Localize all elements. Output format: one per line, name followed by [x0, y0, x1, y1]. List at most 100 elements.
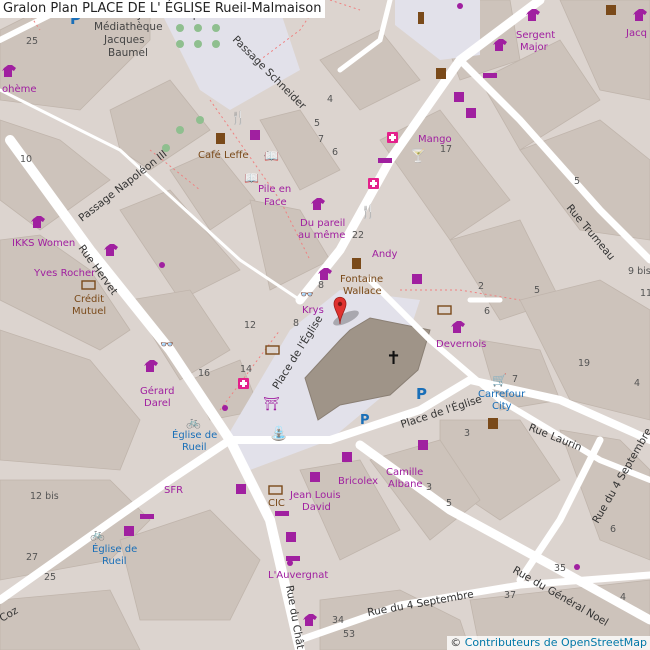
bakery-icon[interactable] — [140, 514, 154, 519]
house-number: 6 — [610, 524, 616, 535]
house-number: 5 — [446, 498, 452, 509]
bakery-icon[interactable] — [286, 556, 300, 561]
place-label: Rueil — [102, 556, 127, 567]
place-label: Albane — [388, 479, 423, 490]
house-number: 8 — [318, 280, 324, 291]
house-number: 5 — [534, 285, 540, 296]
shop-icon[interactable] — [606, 5, 616, 15]
supermarket-icon[interactable]: 🛒 — [492, 373, 507, 387]
bakery-icon[interactable] — [275, 511, 289, 516]
shop-icon[interactable] — [454, 92, 464, 102]
house-number: 4 — [327, 94, 333, 105]
place-label: Baumel — [108, 47, 148, 59]
shop-icon[interactable] — [342, 452, 352, 462]
place-label: Café Leffe — [198, 149, 249, 161]
house-number: 35 — [554, 563, 566, 574]
place-label: Église de — [172, 428, 217, 441]
place-label: Du pareil — [300, 218, 345, 229]
place-label: Jacques — [103, 34, 145, 46]
playground-icon: ⛩ — [263, 396, 280, 412]
shop-icon[interactable] — [286, 532, 296, 542]
bar-icon[interactable]: 🍸 — [410, 147, 426, 164]
house-number: 12 — [244, 320, 256, 331]
house-number: 25 — [44, 572, 56, 583]
house-number: 9 bis — [628, 266, 650, 277]
place-label: Carrefour — [478, 389, 526, 400]
place-label: Sergent — [516, 30, 555, 41]
shop-icon[interactable] — [466, 108, 476, 118]
house-number: 17 — [440, 144, 452, 155]
shop-icon[interactable] — [574, 564, 580, 570]
bicycle-icon[interactable]: 🚲 — [90, 527, 105, 541]
place-label: au même — [298, 229, 345, 241]
shop-icon[interactable] — [457, 3, 463, 9]
shop-icon[interactable] — [418, 440, 428, 450]
place-label: Bricolex — [338, 476, 378, 487]
house-number: 12 bis — [30, 491, 59, 502]
restaurant-icon[interactable]: 🍴 — [230, 110, 246, 126]
place-label: Wallace — [343, 286, 382, 297]
city-map[interactable]: Rue Hervet Place de l'Église Place de l'… — [0, 0, 650, 650]
fountain-icon: ⛲ — [270, 425, 287, 442]
place-label: David — [302, 502, 331, 513]
house-number: 6 — [332, 147, 338, 158]
place-label: Mango — [418, 134, 452, 145]
house-number: 27 — [26, 552, 38, 563]
house-number: 7 — [512, 374, 518, 385]
place-label: ohème — [2, 83, 37, 95]
place-label: Krys — [302, 305, 324, 316]
books-icon[interactable]: 📖 — [244, 171, 259, 185]
place-label: Major — [520, 42, 549, 53]
shop-icon[interactable] — [236, 484, 246, 494]
place-label: Pile en — [258, 184, 291, 195]
shop-icon[interactable] — [436, 68, 446, 79]
place-label: Crédit — [74, 293, 104, 305]
page-title: Gralon Plan PLACE DE L' ÉGLISE Rueil-Mal… — [0, 0, 326, 18]
optician-icon[interactable]: 👓 — [300, 288, 314, 301]
shop-icon[interactable] — [488, 418, 498, 429]
house-number: 16 — [198, 368, 210, 379]
shop-icon[interactable] — [310, 472, 320, 482]
house-number: 4 — [620, 592, 626, 603]
house-number: 8 — [293, 318, 299, 329]
cafe-icon[interactable] — [216, 133, 225, 144]
place-label: Devernois — [436, 339, 486, 350]
cafe-icon[interactable] — [352, 258, 361, 269]
shop-icon[interactable] — [222, 405, 228, 411]
place-label: IKKS Women — [12, 238, 75, 249]
house-number: 10 — [20, 154, 32, 165]
place-label: Jacq — [625, 28, 647, 39]
house-number: 34 — [332, 615, 344, 626]
shop-icon[interactable] — [124, 526, 134, 536]
house-number: 11 — [640, 288, 650, 299]
house-number: 5 — [574, 176, 580, 187]
place-label: Darel — [144, 398, 171, 409]
house-number: 37 — [504, 590, 516, 601]
house-number: 25 — [26, 36, 38, 47]
house-number: 14 — [240, 364, 252, 375]
house-number: 3 — [464, 428, 470, 439]
place-label: Andy — [372, 249, 398, 260]
parking-icon[interactable]: P — [416, 385, 427, 403]
place-label: Rueil — [182, 442, 207, 453]
place-label: Mutuel — [72, 306, 106, 317]
map-attribution[interactable]: © Contributeurs de OpenStreetMap — [447, 636, 650, 650]
shop-icon[interactable] — [250, 130, 260, 140]
church-icon: ✝ — [386, 348, 401, 369]
shop-icon[interactable] — [412, 274, 422, 284]
bakery-icon[interactable] — [378, 158, 392, 163]
attribution-link[interactable]: Contributeurs de OpenStreetMap — [465, 636, 647, 649]
restaurant-icon[interactable]: 🍴 — [360, 204, 376, 220]
place-label: Jean Louis — [289, 490, 341, 501]
bicycle-icon[interactable]: 🚲 — [186, 415, 201, 429]
place-label: Face — [264, 197, 287, 208]
optician-icon[interactable]: 👓 — [160, 338, 174, 351]
place-label: CIC — [268, 498, 285, 509]
shop-icon[interactable] — [159, 262, 165, 268]
bakery-icon[interactable] — [483, 73, 497, 78]
house-number: 2 — [478, 281, 484, 292]
place-label: Église de — [92, 542, 137, 555]
house-number: 22 — [352, 230, 364, 241]
parking-icon[interactable]: P — [360, 413, 370, 428]
books-icon[interactable]: 📖 — [264, 149, 279, 163]
